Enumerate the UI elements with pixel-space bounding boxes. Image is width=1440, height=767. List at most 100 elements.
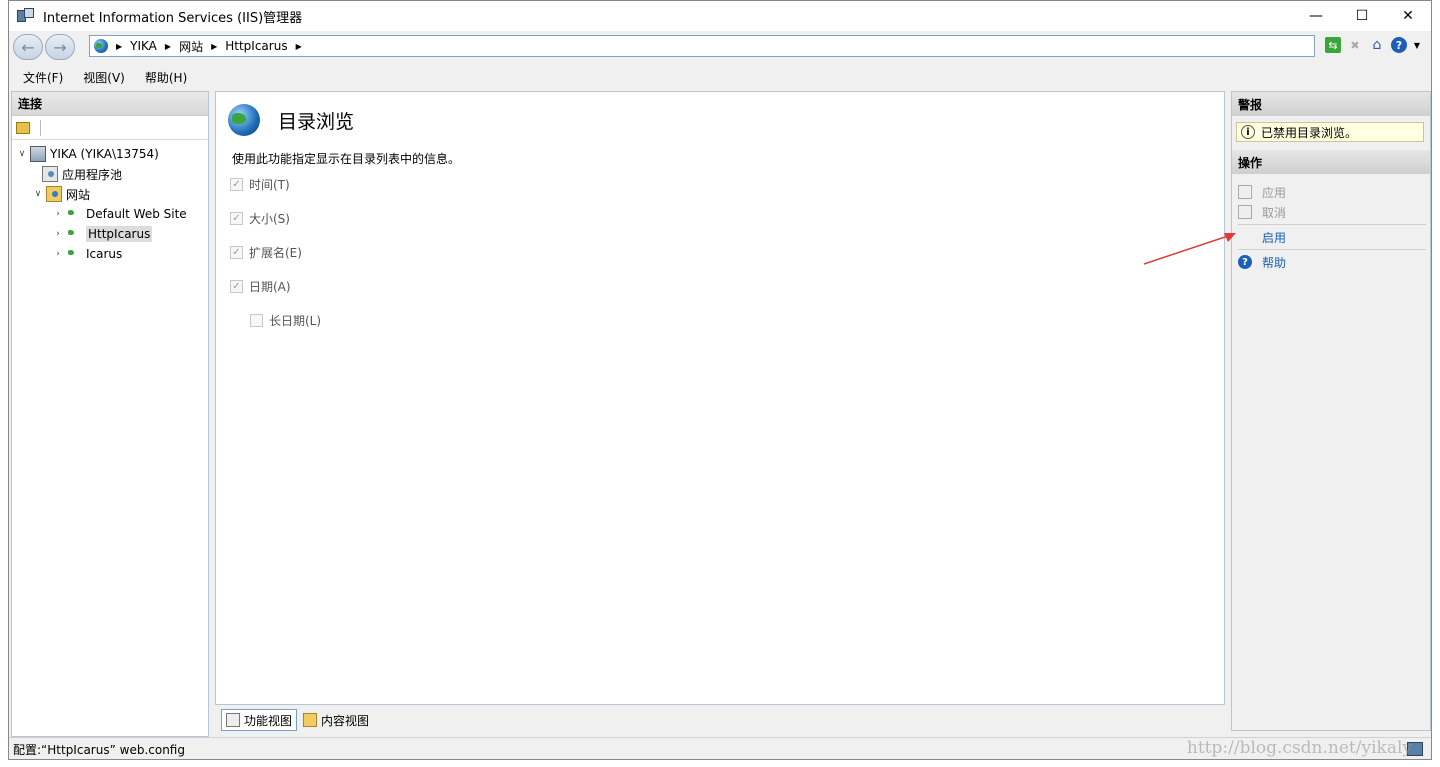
menu-file[interactable]: 文件(F): [23, 69, 63, 86]
server-icon: [30, 146, 46, 162]
home-icon[interactable]: ⌂: [1369, 37, 1385, 53]
tab-content-view[interactable]: 内容视图: [299, 709, 373, 731]
option-time[interactable]: ✓ 时间(T): [230, 176, 290, 193]
tree-item-label: 网站: [66, 187, 91, 202]
site-globe-icon: [66, 206, 82, 222]
tree-item-label: HttpIcarus: [86, 226, 153, 242]
menu-help[interactable]: 帮助(H): [145, 69, 187, 86]
checkbox-time[interactable]: ✓: [230, 178, 243, 191]
tree-item-default-web-site[interactable]: › Default Web Site: [12, 204, 208, 224]
features-view-icon: [226, 713, 240, 727]
action-label: 帮助: [1262, 255, 1287, 270]
checkbox-extension[interactable]: ✓: [230, 246, 243, 259]
tree-item-sites[interactable]: ∨ 网站: [12, 184, 208, 204]
connections-toolbar: [12, 116, 208, 140]
chevron-right-icon: ▶: [211, 41, 218, 51]
chevron-right-icon: ▶: [164, 41, 172, 51]
chevron-down-icon[interactable]: ▼: [1409, 37, 1425, 53]
toolbar-divider: [40, 119, 41, 136]
app-pool-icon: [42, 166, 58, 182]
apply-action[interactable]: 应用: [1232, 182, 1430, 202]
actions-divider: [1238, 249, 1426, 250]
actions-divider: [1238, 224, 1426, 225]
apply-icon: [1238, 185, 1252, 199]
tree-item-label: 应用程序池: [62, 167, 123, 182]
sites-folder-icon: [46, 186, 62, 202]
tree-item-app-pools[interactable]: 应用程序池: [12, 164, 208, 184]
checkbox-size[interactable]: ✓: [230, 212, 243, 225]
breadcrumb-site[interactable]: HttpIcarus: [225, 39, 287, 53]
window-title: Internet Information Services (IIS)管理器: [43, 10, 303, 26]
menu-bar: 文件(F) 视图(V) 帮助(H): [9, 65, 1431, 89]
tree-item-label: YIKA (YIKA\13754): [50, 147, 159, 161]
chevron-right-icon[interactable]: ▶: [296, 42, 302, 51]
chevron-right-icon[interactable]: ›: [52, 249, 64, 259]
checkbox-long-date[interactable]: [250, 314, 263, 327]
tab-label: 功能视图: [244, 713, 293, 728]
option-label: 日期(A): [249, 280, 291, 294]
action-label: 启用: [1262, 230, 1287, 245]
connections-tree: ∨ YIKA (YIKA\13754) 应用程序池 ∨ 网站 › Default…: [12, 140, 208, 264]
option-label: 时间(T): [249, 178, 290, 192]
help-icon[interactable]: ?: [1391, 37, 1407, 53]
content-view-icon: [303, 713, 318, 727]
refresh-icon[interactable]: ⇆: [1325, 37, 1341, 53]
address-bar[interactable]: ▶ YIKA ▶ 网站 ▶ HttpIcarus ▶: [89, 35, 1315, 57]
option-extension[interactable]: ✓ 扩展名(E): [230, 244, 302, 261]
page-title: 目录浏览: [278, 110, 355, 133]
enable-spacer: [1238, 230, 1252, 244]
actions-panel: 警报 i 已禁用目录浏览。 操作 应用 取消 启用 ? 帮助: [1231, 91, 1431, 731]
forward-button[interactable]: →: [45, 34, 75, 60]
address-row: ← → ▶ YIKA ▶ 网站 ▶ HttpIcarus ▶ ⇆ ✖ ⌂ ? ▼: [9, 31, 1431, 63]
breadcrumb-server[interactable]: YIKA: [130, 39, 157, 53]
connections-header: 连接: [12, 92, 208, 116]
tab-label: 内容视图: [321, 713, 370, 728]
directory-browsing-globe-icon: [228, 104, 260, 136]
iis-app-icon: [17, 8, 35, 24]
forward-arrow-icon: →: [53, 37, 67, 57]
enable-action[interactable]: 启用: [1232, 227, 1430, 247]
option-date[interactable]: ✓ 日期(A): [230, 278, 291, 295]
minimize-button[interactable]: —: [1293, 1, 1339, 31]
alert-message: i 已禁用目录浏览。: [1236, 122, 1424, 142]
chevron-down-icon[interactable]: ∨: [16, 149, 28, 159]
globe-icon: [94, 39, 108, 53]
title-bar: Internet Information Services (IIS)管理器 —…: [9, 1, 1431, 31]
checkbox-date[interactable]: ✓: [230, 280, 243, 293]
site-globe-icon: [66, 226, 82, 242]
close-button[interactable]: ✕: [1385, 1, 1431, 31]
tab-features-view[interactable]: 功能视图: [221, 709, 298, 731]
chevron-right-icon[interactable]: ›: [52, 229, 64, 239]
iis-manager-window: Internet Information Services (IIS)管理器 —…: [8, 0, 1432, 760]
action-label: 应用: [1262, 185, 1287, 200]
maximize-button[interactable]: ☐: [1339, 1, 1385, 31]
blog-watermark: http://blog.csdn.net/yikaly: [1186, 738, 1412, 758]
chevron-down-icon[interactable]: ∨: [32, 189, 44, 199]
option-label: 大小(S): [249, 212, 290, 226]
help-action[interactable]: ? 帮助: [1232, 252, 1430, 272]
option-label: 长日期(L): [269, 314, 322, 328]
option-long-date[interactable]: 长日期(L): [250, 312, 321, 329]
stop-icon[interactable]: ✖: [1347, 37, 1363, 53]
cancel-action[interactable]: 取消: [1232, 202, 1430, 222]
tree-item-server[interactable]: ∨ YIKA (YIKA\13754): [12, 144, 208, 164]
feature-panel: 目录浏览 使用此功能指定显示在目录列表中的信息。 ✓ 时间(T) ✓ 大小(S)…: [215, 91, 1225, 705]
option-size[interactable]: ✓ 大小(S): [230, 210, 290, 227]
feature-header: 目录浏览: [228, 104, 354, 136]
breadcrumb-sites[interactable]: 网站: [179, 38, 203, 55]
action-label: 取消: [1262, 205, 1287, 220]
status-text: 配置:“HttpIcarus” web.config: [13, 743, 185, 757]
site-globe-icon: [66, 246, 82, 262]
back-button[interactable]: ←: [13, 34, 43, 60]
back-arrow-icon: ←: [21, 37, 35, 57]
menu-view[interactable]: 视图(V): [83, 69, 125, 86]
tree-item-httpicarus[interactable]: › HttpIcarus: [12, 224, 208, 244]
chevron-right-icon: ▶: [116, 41, 123, 51]
chevron-right-icon[interactable]: ›: [52, 209, 64, 219]
new-connection-icon[interactable]: [16, 121, 30, 134]
tree-item-icarus[interactable]: › Icarus: [12, 244, 208, 264]
connections-panel: 连接 ∨ YIKA (YIKA\13754) 应用程序池 ∨ 网站 › Defa…: [11, 91, 209, 737]
alert-text: 已禁用目录浏览。: [1261, 125, 1358, 140]
feature-description: 使用此功能指定显示在目录列表中的信息。: [232, 152, 461, 166]
actions-header: 操作: [1232, 150, 1430, 174]
